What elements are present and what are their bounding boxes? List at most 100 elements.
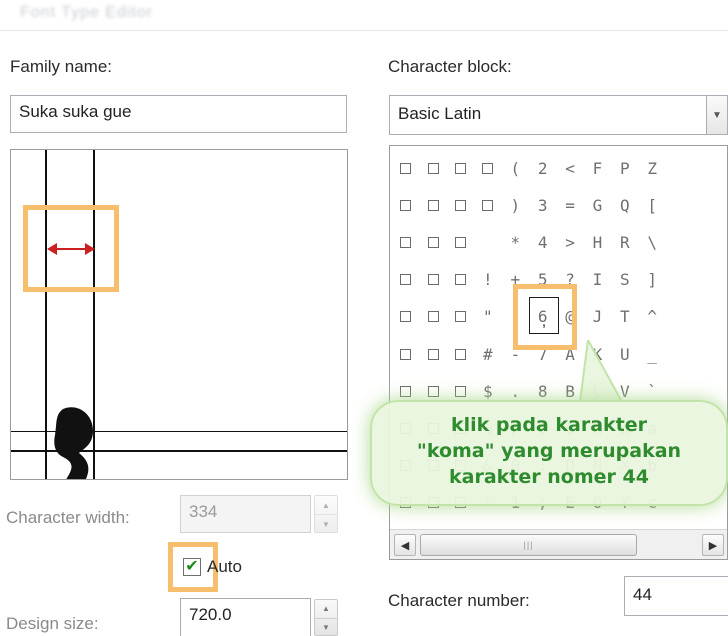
design-size-spinner[interactable]: ▲ ▼ xyxy=(314,599,338,636)
horizontal-scrollbar[interactable]: ◀ ||| ▶ xyxy=(390,529,727,559)
character-cell[interactable] xyxy=(392,298,419,335)
character-block-dropdown-button[interactable]: ▼ xyxy=(706,95,728,135)
character-cell[interactable] xyxy=(392,150,419,187)
character-cell[interactable]: ) xyxy=(502,187,529,224)
character-cell[interactable]: J xyxy=(584,298,611,335)
character-glyph: J xyxy=(592,307,603,327)
callout-line-1: klik pada karakter xyxy=(451,414,647,436)
character-cell[interactable] xyxy=(419,224,446,261)
character-cell[interactable]: S xyxy=(611,261,638,298)
design-size-field[interactable]: 720.0 xyxy=(180,598,311,636)
selected-comma-cell[interactable]: , xyxy=(529,297,559,334)
character-cell[interactable] xyxy=(447,224,474,261)
character-cell[interactable]: ! xyxy=(474,261,501,298)
character-cell[interactable] xyxy=(419,150,446,187)
character-cell[interactable]: \ xyxy=(639,224,666,261)
character-cell[interactable]: ( xyxy=(502,150,529,187)
character-width-spinner[interactable]: ▲ ▼ xyxy=(314,495,338,533)
character-cell[interactable] xyxy=(447,187,474,224)
character-cell[interactable]: 4 xyxy=(529,224,556,261)
control-char-box xyxy=(454,348,466,360)
character-cell[interactable]: P xyxy=(611,150,638,187)
character-cell[interactable] xyxy=(666,150,693,187)
character-cell[interactable]: Q xyxy=(611,187,638,224)
character-cell[interactable]: F xyxy=(584,150,611,187)
character-glyph: # xyxy=(483,344,493,364)
character-glyph: ] xyxy=(647,270,658,290)
character-cell[interactable] xyxy=(447,298,474,335)
character-block-label: Character block: xyxy=(388,57,512,76)
control-char-box xyxy=(454,385,466,397)
character-glyph: . xyxy=(510,381,521,401)
character-cell[interactable] xyxy=(666,298,693,335)
character-width-label: Character width: xyxy=(6,508,130,527)
character-cell[interactable] xyxy=(419,187,446,224)
character-glyph: H xyxy=(592,233,603,253)
character-glyph: F xyxy=(592,159,603,179)
character-cell[interactable]: H xyxy=(584,224,611,261)
scroll-thumb[interactable]: ||| xyxy=(420,534,637,556)
character-cell[interactable] xyxy=(474,187,501,224)
character-cell[interactable] xyxy=(447,261,474,298)
character-cell[interactable]: < xyxy=(556,150,583,187)
spinner-up-icon[interactable]: ▲ xyxy=(315,496,337,514)
character-cell[interactable]: " xyxy=(474,298,501,335)
scroll-left-button[interactable]: ◀ xyxy=(394,534,416,556)
character-cell[interactable] xyxy=(666,224,693,261)
glyph-preview-panel[interactable] xyxy=(10,149,348,480)
character-cell[interactable] xyxy=(474,150,501,187)
control-char-box xyxy=(427,200,439,212)
auto-checkbox[interactable]: ✔ xyxy=(183,558,201,576)
character-cell[interactable]: [ xyxy=(639,187,666,224)
character-glyph: 8 xyxy=(537,381,548,401)
character-cell[interactable]: # xyxy=(474,335,501,372)
character-cell[interactable] xyxy=(666,187,693,224)
character-cell[interactable]: Z xyxy=(639,150,666,187)
control-char-box xyxy=(454,200,466,212)
character-cell[interactable] xyxy=(392,224,419,261)
control-char-box xyxy=(400,274,412,286)
chevron-down-icon: ▼ xyxy=(712,109,722,121)
spinner-down-icon[interactable]: ▼ xyxy=(315,514,337,533)
spinner-down-icon[interactable]: ▼ xyxy=(315,617,337,636)
comma-char: , xyxy=(541,313,547,330)
character-cell[interactable]: 2 xyxy=(529,150,556,187)
character-cell[interactable] xyxy=(666,261,693,298)
character-number-label: Character number: xyxy=(388,591,530,610)
character-cell[interactable]: * xyxy=(502,224,529,261)
family-name-label: Family name: xyxy=(10,57,113,76)
character-cell[interactable]: T xyxy=(611,298,638,335)
character-cell[interactable]: > xyxy=(556,224,583,261)
character-cell[interactable]: ^ xyxy=(639,298,666,335)
character-cell[interactable]: ] xyxy=(639,261,666,298)
control-char-box xyxy=(400,385,412,397)
arrow-highlight-box xyxy=(23,205,119,292)
character-cell[interactable] xyxy=(419,261,446,298)
character-cell[interactable] xyxy=(419,298,446,335)
character-cell[interactable]: I xyxy=(584,261,611,298)
character-glyph: _ xyxy=(647,344,658,364)
callout-bubble: klik pada karakter "koma" yang merupakan… xyxy=(370,400,728,506)
character-cell[interactable] xyxy=(447,150,474,187)
character-width-field[interactable]: 334 xyxy=(180,495,311,533)
character-cell[interactable] xyxy=(392,261,419,298)
character-cell[interactable] xyxy=(666,335,693,372)
character-glyph: * xyxy=(510,233,521,253)
character-cell[interactable] xyxy=(419,335,446,372)
character-cell[interactable]: G xyxy=(584,187,611,224)
spinner-up-icon[interactable]: ▲ xyxy=(315,600,337,618)
character-cell[interactable] xyxy=(392,335,419,372)
character-cell[interactable] xyxy=(474,224,501,261)
character-cell[interactable]: 3 xyxy=(529,187,556,224)
character-glyph: ` xyxy=(647,381,658,401)
character-cell[interactable] xyxy=(447,335,474,372)
callout-line-2: "koma" yang merupakan xyxy=(416,440,682,462)
character-cell[interactable]: R xyxy=(611,224,638,261)
character-block-select[interactable]: Basic Latin xyxy=(389,95,709,135)
character-number-field[interactable]: 44 xyxy=(624,576,728,616)
scroll-right-button[interactable]: ▶ xyxy=(702,534,724,556)
character-cell[interactable]: _ xyxy=(639,335,666,372)
character-cell[interactable] xyxy=(392,187,419,224)
family-name-field[interactable]: Suka suka gue xyxy=(10,95,347,133)
character-cell[interactable]: = xyxy=(556,187,583,224)
